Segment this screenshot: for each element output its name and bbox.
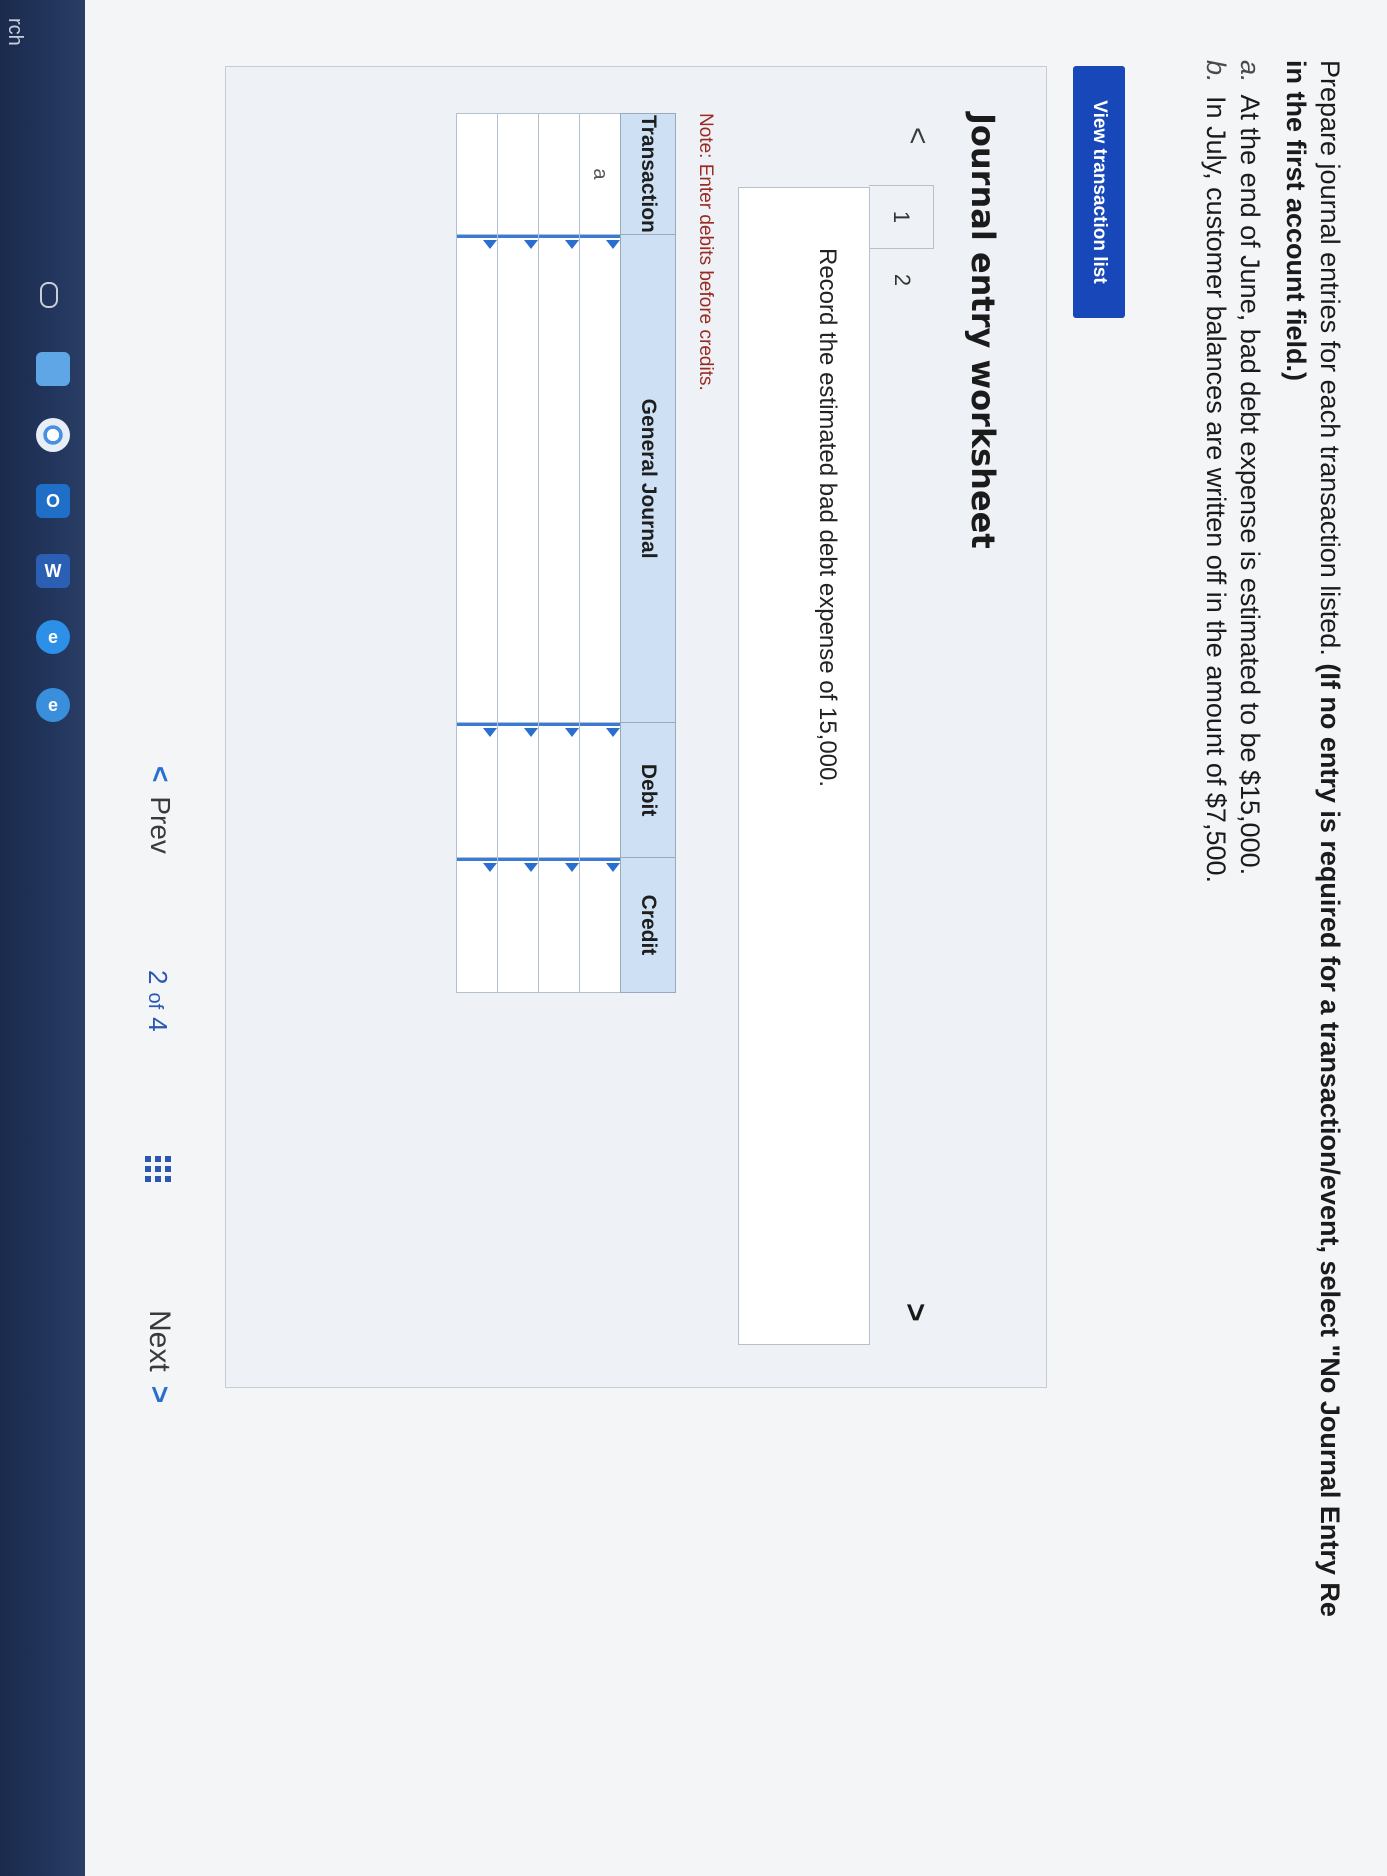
dropdown-arrow-icon[interactable] [606,239,620,249]
credit-input[interactable] [497,857,539,993]
debit-input[interactable] [497,722,539,858]
instructions-lead: Prepare journal entries for each transac… [1315,60,1345,656]
assignment-page: Prepare journal entries for each transac… [85,0,1387,1876]
transaction-cell [538,113,580,235]
taskbar-search-label[interactable]: rch [0,18,26,88]
transaction-items: a. At the end of June, bad debt expense … [1199,60,1267,883]
transaction-cell [497,113,539,235]
header-transaction: Transaction [620,113,676,235]
account-select[interactable] [538,234,580,723]
credit-field[interactable] [580,857,620,992]
transaction-item: a. At the end of June, bad debt expense … [1233,60,1267,883]
current-page: 2 [143,970,173,985]
table-row [456,113,498,993]
chevron-left-icon[interactable]: < [900,127,934,145]
chevron-right-icon: > [143,1385,176,1404]
header-debit: Debit [620,722,676,858]
instructions-bold: (If no entry is required for a transacti… [1315,663,1345,1617]
credit-field[interactable] [457,857,497,992]
entry-instruction: Record the estimated bad debt expense of… [814,248,841,788]
general-journal-table: Transaction General Journal Debit Credit… [456,113,676,993]
chevron-left-icon: < [145,766,176,783]
transaction-cell [456,113,498,235]
next-label: Next [143,1310,176,1372]
of-label: of [144,992,166,1010]
transaction-cell: a [579,113,621,235]
prev-button[interactable]: < Prev [143,760,177,860]
pager: < Prev 2 of 4 Next > [127,760,177,1403]
worksheet-title: Journal entry worksheet [964,113,1002,549]
total-pages: 4 [143,1017,173,1032]
instructions: Prepare journal entries for each transac… [1279,60,1347,1860]
account-select[interactable] [497,234,539,723]
account-field[interactable] [580,234,620,723]
internet-explorer-icon[interactable]: e [36,688,70,722]
credit-input[interactable] [456,857,498,993]
tab-1[interactable]: 1 [869,185,934,249]
dropdown-arrow-icon[interactable] [565,239,579,249]
account-field[interactable] [498,234,538,723]
credit-input[interactable] [538,857,580,993]
credit-field[interactable] [498,857,538,992]
file-explorer-icon[interactable] [36,352,70,386]
dropdown-arrow-icon[interactable] [565,862,579,872]
chrome-icon[interactable] [36,418,70,452]
debit-input[interactable] [538,722,580,858]
credit-field[interactable] [539,857,579,992]
tab-2[interactable]: 2 [870,249,934,311]
transaction-text: In July, customer balances are written o… [1201,96,1231,883]
view-transaction-list-button[interactable]: View transaction list [1073,66,1125,318]
prev-label: Prev [145,796,176,854]
account-select[interactable] [456,234,498,723]
credit-input[interactable] [579,857,621,993]
table-row [538,113,580,993]
chevron-right-icon[interactable]: > [897,1303,934,1322]
entry-panel: Record the estimated bad debt expense of… [738,187,870,1345]
debit-field[interactable] [580,723,620,857]
debit-field[interactable] [498,723,538,857]
debit-field[interactable] [539,723,579,857]
transaction-letter: b. [1201,60,1231,83]
table-row [497,113,539,993]
grid-icon[interactable] [145,1156,171,1182]
edge-icon[interactable]: e [36,620,70,654]
dropdown-arrow-icon[interactable] [606,862,620,872]
taskbar: rch O W e e [0,0,85,1876]
word-icon[interactable]: W [36,554,70,588]
table-header-row: Transaction General Journal Debit Credit [620,113,676,993]
outlook-icon[interactable]: O [36,484,70,518]
dropdown-arrow-icon[interactable] [483,239,497,249]
dropdown-arrow-icon[interactable] [483,728,497,738]
dropdown-arrow-icon[interactable] [483,862,497,872]
header-general-journal: General Journal [620,234,676,723]
dropdown-arrow-icon[interactable] [565,728,579,738]
screen: rch O W e e Prepare journal entries for … [0,0,1387,1876]
transaction-item: b. In July, customer balances are writte… [1199,60,1233,883]
transaction-text: At the end of June, bad debt expense is … [1235,94,1265,876]
microphone-icon[interactable] [40,282,58,308]
header-credit: Credit [620,857,676,993]
transaction-letter: a. [1235,60,1265,83]
debits-note: Note: Enter debits before credits. [695,113,716,391]
account-field[interactable] [539,234,579,723]
instructions-bold-cont: in the first account field.) [1281,60,1311,382]
table-row: a [579,113,621,993]
next-button[interactable]: Next > [141,1304,177,1409]
debit-input[interactable] [579,722,621,858]
dropdown-arrow-icon[interactable] [524,239,538,249]
account-field[interactable] [457,234,497,723]
dropdown-arrow-icon[interactable] [524,862,538,872]
dropdown-arrow-icon[interactable] [524,728,538,738]
dropdown-arrow-icon[interactable] [606,728,620,738]
page-indicator: 2 of 4 [142,970,173,1032]
account-select[interactable] [579,234,621,723]
debit-field[interactable] [457,723,497,857]
debit-input[interactable] [456,722,498,858]
journal-entry-worksheet: Journal entry worksheet < 1 2 > Record t… [225,66,1047,1388]
